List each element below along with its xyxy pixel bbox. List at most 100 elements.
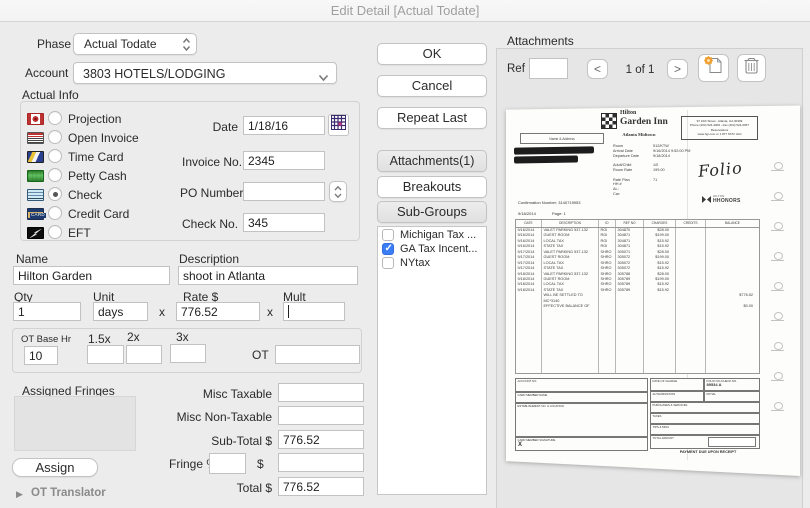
payment-radio-eft[interactable] (48, 225, 62, 239)
window-title: Edit Detail [Actual Todate] (0, 0, 810, 21)
payment-radio-projection[interactable] (48, 111, 62, 125)
tax-checkbox-ny[interactable] (382, 257, 394, 269)
calendar-button[interactable] (328, 114, 349, 136)
ot-label: OT (252, 348, 269, 362)
attachment-preview[interactable]: Name & Address Hilton Garden Inn Atlanta… (506, 104, 800, 476)
name-input[interactable] (13, 266, 170, 285)
brand-logo-icon (770, 252, 786, 262)
payment-radio-petty-cash[interactable] (48, 168, 62, 182)
delete-attachment-button[interactable] (737, 54, 766, 82)
po-number-label: PO Number (180, 186, 238, 200)
folio-table-filler (516, 310, 759, 373)
ot-base-label: OT Base Hr (21, 334, 71, 345)
credit-card-icon (27, 208, 44, 220)
qty-input[interactable] (13, 302, 81, 321)
mult-input[interactable] (283, 302, 345, 321)
ot-3x-label: 3x (176, 330, 189, 344)
assign-button[interactable]: Assign (12, 458, 98, 477)
payment-radio-open-invoice[interactable] (48, 130, 62, 144)
invoice-name-address-box: Name & Address (520, 133, 604, 144)
invoice-date: 9/18/2014 (518, 211, 536, 216)
cc-card-member-name: CARD MEMBER NAME (515, 392, 648, 403)
new-attachment-button[interactable] (698, 54, 729, 82)
time-card-icon (27, 151, 44, 163)
ot-translator-label[interactable]: OT Translator (31, 487, 106, 499)
cc-signature-x: X (518, 443, 522, 448)
rate-input[interactable] (176, 302, 260, 321)
attachments-panel-title: Attachments (507, 34, 574, 48)
cc-initial: INITIAL (704, 391, 760, 402)
brand-logo-icon (770, 402, 786, 412)
check-no-input[interactable] (243, 213, 325, 232)
phase-popup[interactable]: Actual Todate (73, 33, 197, 55)
date-label: Date (182, 120, 238, 134)
ref-input[interactable] (529, 58, 568, 79)
cc-total-amount-box (708, 437, 756, 447)
invoice-page: Page: 1 (552, 211, 566, 216)
ot-2x-input[interactable] (126, 345, 162, 364)
payment-radio-time-card[interactable] (48, 149, 62, 163)
text-caret (288, 305, 289, 318)
cc-authorization: AUTHORIZATION (650, 391, 704, 402)
misc-non-taxable-input[interactable] (278, 406, 364, 425)
prev-attachment-button[interactable]: < (587, 59, 608, 79)
po-number-input[interactable] (243, 182, 325, 201)
attachments-button[interactable]: Attachments(1) (377, 150, 487, 172)
folio-table-header: DATEDESCRIPTION IDREF NO CHARGESCREDITS … (516, 220, 759, 228)
fringe-pct-input[interactable] (209, 453, 246, 474)
hilton-garden-inn-logo (601, 113, 617, 129)
ot-base-input[interactable] (24, 346, 58, 365)
ot-input[interactable] (275, 345, 360, 364)
eft-icon (27, 227, 44, 239)
cancel-button[interactable]: Cancel (377, 75, 487, 97)
total-input[interactable] (278, 477, 364, 496)
sub-groups-button[interactable]: Sub-Groups (377, 201, 487, 223)
cc-establishment: ESTABLISHMENT NO. & LOCATION (515, 403, 648, 437)
date-input[interactable] (243, 116, 325, 135)
invoice-no-label: Invoice No. (182, 155, 238, 169)
fringe-dollar-input[interactable] (278, 453, 364, 472)
petty-cash-icon (27, 170, 44, 182)
misc-taxable-input[interactable] (278, 383, 364, 402)
times-sign-2: x (267, 305, 273, 319)
redaction-bar (514, 146, 594, 154)
breakouts-button[interactable]: Breakouts (377, 176, 487, 198)
payment-radio-check[interactable] (48, 187, 62, 201)
ok-button[interactable]: OK (377, 43, 487, 65)
disclosure-triangle-icon[interactable]: ▶ (16, 489, 23, 500)
projection-icon (27, 113, 44, 125)
next-attachment-button[interactable]: > (667, 59, 688, 79)
payment-label-credit-card: Credit Card (68, 207, 129, 221)
payment-radio-credit-card[interactable] (48, 206, 62, 220)
invoice-no-input[interactable] (243, 151, 325, 170)
brand-logo-icon (770, 192, 786, 202)
invoice-paper: Name & Address Hilton Garden Inn Atlanta… (506, 104, 800, 476)
sub-total-input[interactable] (278, 430, 364, 449)
ot-2x-label: 2x (127, 330, 140, 344)
account-combo[interactable]: 3803 HOTELS/LODGING (73, 62, 337, 84)
cc-taxes: TAXES (650, 413, 760, 424)
sub-total-label: Sub-Total $ (180, 434, 272, 448)
cc-payment-due: PAYMENT DUE UPON RECEIPT (656, 450, 760, 455)
cc-purchases: PURCHASES & SERVICES (650, 402, 760, 413)
folio-table: DATEDESCRIPTION IDREF NO CHARGESCREDITS … (515, 219, 760, 374)
payment-label-time-card: Time Card (68, 150, 124, 164)
misc-non-taxable-label: Misc Non-Taxable (160, 410, 272, 424)
brand-logo-icon (770, 312, 786, 322)
tax-label-ny: NYtax (400, 257, 430, 269)
description-input[interactable] (178, 266, 358, 285)
hotel-address-line: www.hgi.com or 1 877 STAY HGI (682, 132, 757, 136)
po-stepper[interactable] (329, 181, 347, 202)
tax-checkbox-michigan[interactable] (382, 229, 394, 241)
tax-checkbox-ga[interactable] (382, 243, 394, 255)
repeat-last-button[interactable]: Repeat Last (377, 107, 487, 129)
times-sign-1: x (159, 305, 165, 319)
ot-15x-input[interactable] (87, 345, 124, 364)
hhonors-text: HHONORS (713, 198, 741, 204)
confirmation-number: Confirmation Number: 3140719953 (518, 200, 580, 205)
assigned-fringes-box[interactable] (14, 396, 136, 451)
brand-logo-icon (770, 282, 786, 292)
ot-3x-input[interactable] (170, 344, 206, 363)
unit-input[interactable] (93, 302, 148, 321)
ot-15x-label: 1.5x (88, 332, 111, 346)
